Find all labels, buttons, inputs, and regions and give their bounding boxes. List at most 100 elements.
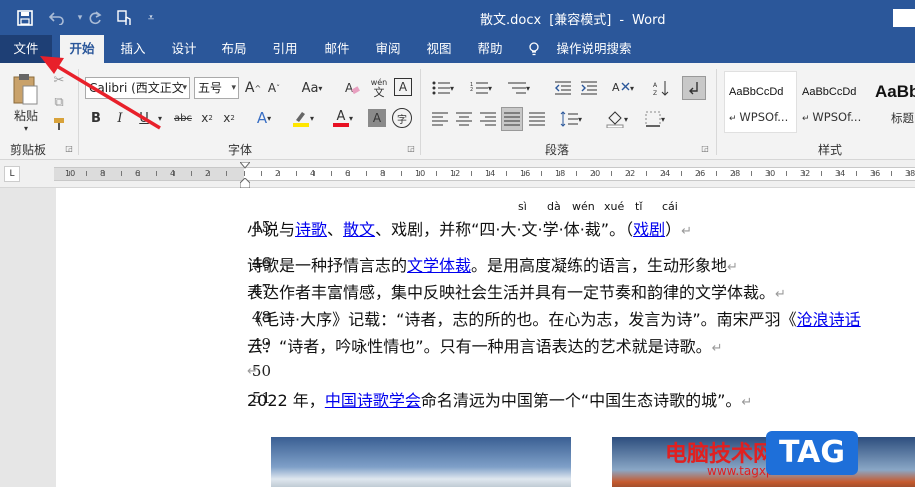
character-border-icon[interactable]: A: [394, 78, 412, 96]
chevron-down-icon[interactable]: ▾: [20, 123, 32, 133]
customize-qat-icon[interactable]: ⩡: [140, 8, 162, 28]
bold-button[interactable]: B: [86, 107, 106, 129]
font-size-combo[interactable]: 五号 ▾: [194, 77, 239, 99]
font-name-combo[interactable]: Calibri (西文正文 ▾: [85, 77, 190, 99]
document-line[interactable]: 表达作者丰富情感，集中反映社会生活并具有一定节奏和韵律的文学体裁。↵: [247, 279, 786, 303]
hyperlink[interactable]: 诗歌: [295, 220, 327, 239]
hyperlink[interactable]: 中国诗歌学会: [325, 391, 421, 410]
left-indent-marker[interactable]: [239, 178, 251, 188]
tab-references[interactable]: 引用: [264, 35, 306, 63]
tab-file[interactable]: 文件: [0, 35, 52, 63]
tab-layout[interactable]: 布局: [213, 35, 255, 63]
hyperlink[interactable]: 文学体裁: [407, 256, 471, 275]
character-shading-button[interactable]: A: [368, 109, 386, 127]
ruler-tick: [891, 171, 892, 176]
shrink-font-icon[interactable]: Aˇ: [265, 77, 283, 99]
line-spacing-button[interactable]: ▾: [556, 109, 586, 129]
clear-formatting-icon[interactable]: A: [342, 77, 362, 99]
document-line[interactable]: 小说与诗歌、散文、戏剧，并称“四·大·文·学·体·裁”。（戏剧）↵ sì dà wén…: [247, 200, 692, 240]
document-line[interactable]: 诗歌是一种抒情言志的文学体裁。是用高度凝练的语言，生动形象地↵: [247, 252, 738, 276]
tab-review[interactable]: 审阅: [367, 35, 409, 63]
dialog-launcher-icon[interactable]: ◲: [64, 143, 74, 153]
document-line[interactable]: 《毛诗·大序》记载：“诗者，志的所的也。在心为志，发言为诗”。南宋严羽《沧浪诗话: [247, 306, 861, 330]
sort-button[interactable]: AZ: [650, 77, 672, 99]
paste-label[interactable]: 粘贴: [12, 107, 40, 123]
chinese-layout-button[interactable]: A ▾: [608, 77, 638, 99]
paragraph-shading-button[interactable]: ▾: [602, 109, 632, 129]
ruler-tick: [69, 171, 70, 176]
ruler-number: 34: [835, 169, 846, 178]
borders-button[interactable]: ▾: [640, 109, 670, 129]
save-icon[interactable]: [14, 8, 36, 28]
account-avatar[interactable]: [893, 9, 915, 27]
ruler-tick: [839, 171, 840, 176]
show-formatting-marks-button[interactable]: [682, 76, 706, 100]
watermark-tag-logo: TAG: [766, 431, 858, 475]
tab-view[interactable]: 视图: [418, 35, 460, 63]
horizontal-ruler[interactable]: 10 8 6 4 2 2 4 6 8 10 12 14 16 18 20 22 24 26 28 30 32 34 36 38: [54, 167, 915, 181]
tab-insert[interactable]: 插入: [112, 35, 154, 63]
change-case-icon[interactable]: Aa ▾: [298, 77, 326, 99]
format-painter-icon[interactable]: [50, 115, 68, 133]
multilevel-list-button[interactable]: ▾: [504, 77, 534, 99]
document-line[interactable]: 2022 年，中国诗歌学会命名清远为中国第一个“中国生态诗歌的城”。↵: [247, 387, 752, 411]
hyperlink[interactable]: 沧浪诗话: [797, 310, 861, 329]
justify-icon[interactable]: [501, 107, 523, 131]
chevron-down-icon[interactable]: ▾: [155, 107, 165, 129]
hyperlink[interactable]: 散文: [343, 220, 375, 239]
ruler-tick: [261, 171, 262, 176]
enclose-characters-button[interactable]: 字: [392, 108, 412, 128]
undo-icon[interactable]: [46, 8, 68, 28]
ruler-tick: [226, 171, 227, 176]
ruler-tick: [209, 171, 210, 176]
tab-help[interactable]: 帮助: [469, 35, 511, 63]
dialog-launcher-icon[interactable]: ◲: [700, 143, 710, 153]
text-effects-button[interactable]: A ▾: [252, 107, 276, 129]
redo-icon[interactable]: [84, 8, 106, 28]
tab-design[interactable]: 设计: [163, 35, 205, 63]
distributed-icon[interactable]: [527, 109, 547, 129]
lightbulb-icon[interactable]: [527, 35, 541, 63]
document-line[interactable]: ↵: [247, 360, 258, 379]
text-run: 《毛诗·大序》记载：“诗者，志的所的也。在心为志，发言为诗”。南宋严羽《: [247, 310, 797, 329]
tab-home[interactable]: 开始: [60, 35, 104, 63]
paste-icon[interactable]: [10, 71, 40, 107]
align-left-icon[interactable]: [430, 109, 450, 129]
tell-me-search[interactable]: 操作说明搜索: [554, 35, 634, 63]
ruler-tick: [86, 171, 87, 176]
italic-button[interactable]: I: [110, 107, 130, 129]
ruler-tick: [751, 171, 752, 176]
copy-icon[interactable]: ⧉: [50, 93, 68, 111]
clipboard-group-label: 剪贴板: [10, 143, 47, 157]
hyperlink[interactable]: 戏剧: [633, 220, 665, 239]
tab-selector-icon[interactable]: L: [4, 166, 20, 182]
grow-font-icon[interactable]: A ^: [244, 77, 262, 99]
landscape-photo[interactable]: [271, 437, 571, 487]
first-line-indent-marker[interactable]: [239, 162, 251, 170]
tab-mailings[interactable]: 邮件: [316, 35, 358, 63]
font-color-button[interactable]: A ▾: [330, 107, 356, 129]
underline-button[interactable]: U: [134, 107, 154, 129]
cut-icon[interactable]: ✂: [50, 71, 68, 89]
strikethrough-button[interactable]: abc: [172, 107, 194, 129]
bullets-button[interactable]: ▾: [428, 77, 458, 99]
subscript-button[interactable]: x2: [198, 107, 216, 129]
style-wpsoffice-1[interactable]: AaBbCcDd ↵ WPSOf...: [724, 71, 797, 133]
touch-mode-icon[interactable]: [114, 8, 136, 28]
style-wpsoffice-2[interactable]: AaBbCcDd ↵ WPSOf...: [797, 71, 870, 133]
ruler-number: 24: [660, 169, 671, 178]
align-right-icon[interactable]: [478, 109, 498, 129]
highlight-color-button[interactable]: ▾: [290, 107, 316, 129]
align-center-icon[interactable]: [454, 109, 474, 129]
decrease-indent-icon[interactable]: [552, 77, 574, 99]
increase-indent-icon[interactable]: [578, 77, 600, 99]
phonetic-guide-icon[interactable]: wén 文: [368, 75, 390, 101]
dialog-launcher-icon[interactable]: ◲: [406, 143, 416, 153]
ruler-tick: [856, 171, 857, 176]
ruler-tick: [174, 171, 175, 176]
style-heading[interactable]: AaBb 标题: [870, 71, 915, 133]
document-area: 45 小说与诗歌、散文、戏剧，并称“四·大·文·学·体·裁”。（戏剧）↵ sì dà…: [0, 188, 915, 487]
superscript-button[interactable]: x2: [220, 107, 238, 129]
numbering-button[interactable]: 1 2 ▾: [466, 77, 496, 99]
document-line[interactable]: 云：“诗者，吟咏性情也”。只有一种用言语表达的艺术就是诗歌。↵: [247, 333, 723, 357]
